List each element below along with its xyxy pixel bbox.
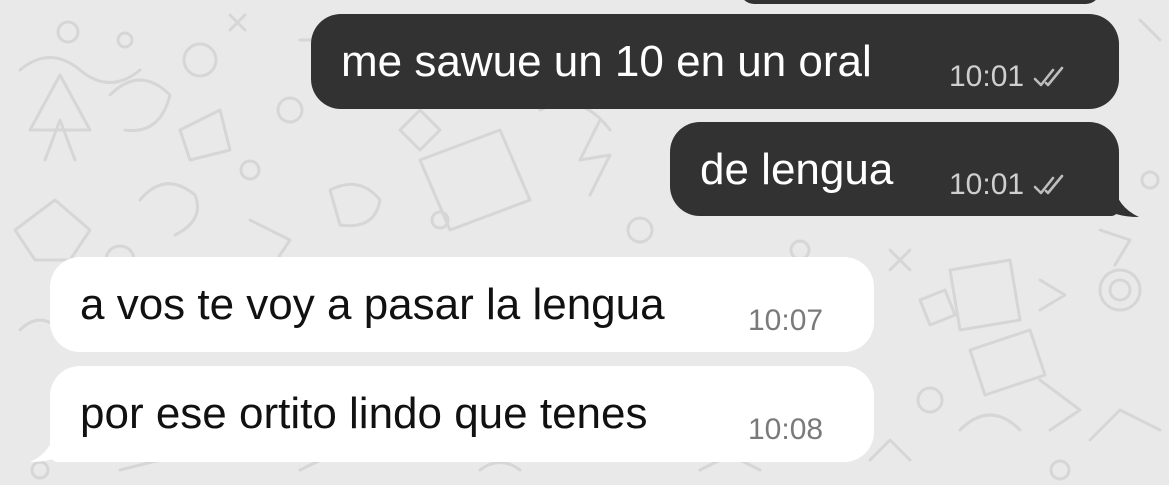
message-meta: 10:01: [949, 60, 1072, 94]
incoming-bubble-tail: [30, 428, 70, 462]
message-bubble-incoming[interactable]: a vos te voy a pasar la lengua 10:07: [50, 257, 874, 352]
message-bubble-incoming[interactable]: por ese ortito lindo que tenes 10:08: [50, 366, 874, 462]
message-text: por ese ortito lindo que tenes: [80, 389, 648, 438]
previous-message-bubble-edge: [740, 0, 1100, 4]
message-time: 10:01: [949, 168, 1025, 201]
message-bubble-outgoing[interactable]: de lengua 10:01: [670, 122, 1119, 216]
message-meta: 10:08: [748, 413, 823, 447]
double-check-icon: [1033, 66, 1064, 87]
message-bubble-outgoing[interactable]: me sawue un 10 en un oral 10:01: [311, 14, 1119, 109]
double-check-icon: [1033, 174, 1064, 195]
message-text: de lengua: [700, 145, 894, 194]
message-meta: 10:01: [949, 168, 1072, 202]
message-time: 10:08: [748, 413, 824, 446]
message-meta: 10:07: [748, 304, 823, 338]
message-time: 10:07: [748, 304, 824, 337]
message-time: 10:01: [949, 60, 1025, 93]
message-text: a vos te voy a pasar la lengua: [80, 280, 665, 329]
message-text: me sawue un 10 en un oral: [341, 37, 872, 86]
outgoing-bubble-tail: [1099, 183, 1139, 217]
